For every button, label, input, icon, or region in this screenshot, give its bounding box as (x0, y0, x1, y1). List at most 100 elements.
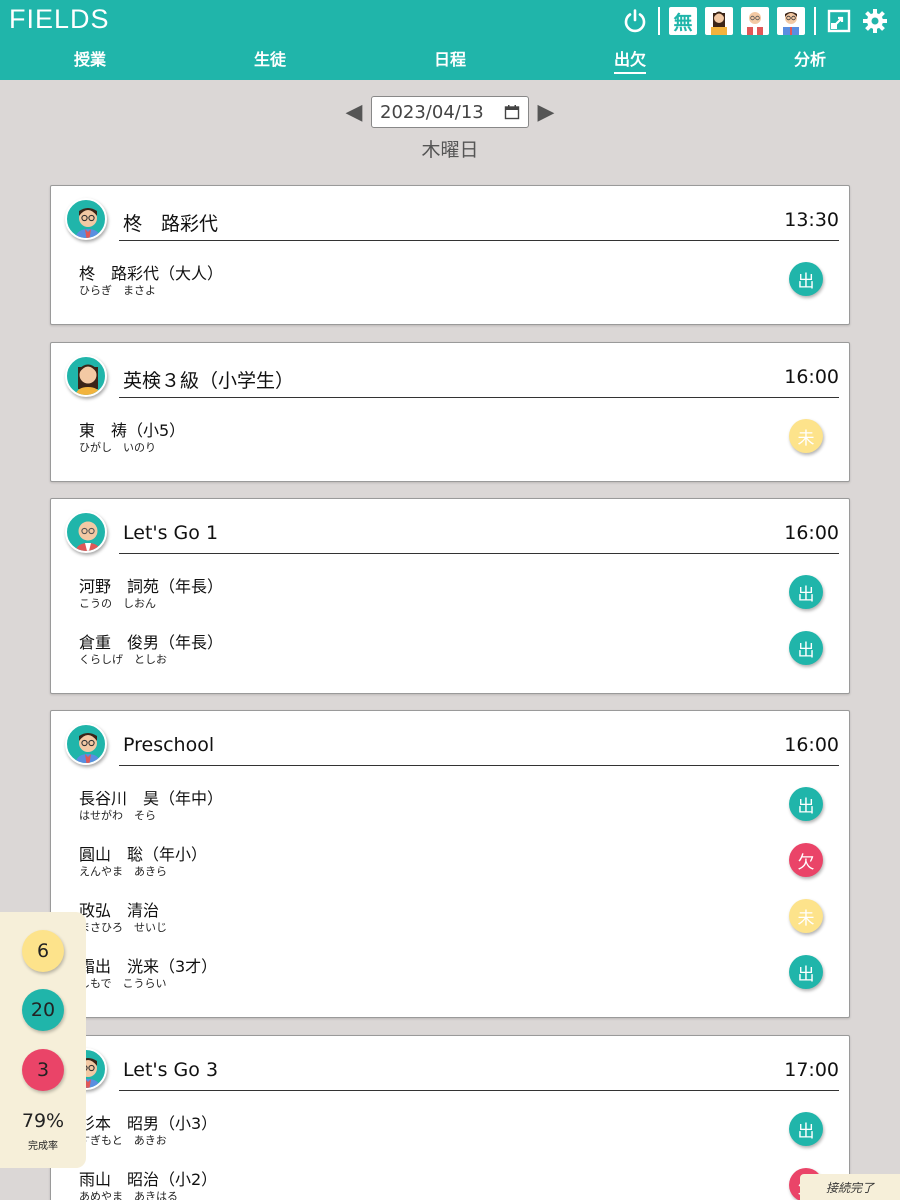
class-time: 16:00 (784, 734, 839, 756)
attendance-status-button[interactable]: 出 (789, 262, 823, 296)
class-time: 16:00 (784, 522, 839, 544)
class-card-header[interactable]: Let's Go 3 17:00 (65, 1048, 839, 1092)
class-card: 英検３級（小学生） 16:00 東 祷（小5） ひがし いのり 未 (50, 342, 850, 482)
student-kana: すぎもと あきお (79, 1134, 167, 1147)
present-count[interactable]: 20 (22, 989, 64, 1031)
class-card-header[interactable]: Let's Go 1 16:00 (65, 511, 839, 555)
header-divider (119, 765, 839, 766)
student-row: 杉本 昭男（小3） すぎもと あきお 出 (79, 1110, 823, 1160)
resize-icon[interactable] (824, 6, 854, 36)
app-header: FIELDS 無 授業 生徒 日程 出欠 分析 (0, 0, 900, 80)
student-name: 圓山 聡（年小） (79, 845, 208, 864)
attendance-status-button[interactable]: 出 (789, 787, 823, 821)
student-row: 東 祷（小5） ひがし いのり 未 (79, 417, 823, 467)
next-day-button[interactable]: ▶ (529, 100, 563, 125)
attendance-status-button[interactable]: 出 (789, 1112, 823, 1146)
student-name: 河野 詞苑（年長） (79, 577, 224, 596)
class-title: 英検３級（小学生） (123, 370, 295, 392)
student-kana: あめやま あきはる (79, 1190, 178, 1200)
class-card-header[interactable]: Preschool 16:00 (65, 723, 839, 767)
student-name: 東 祷（小5） (79, 421, 186, 440)
absent-count[interactable]: 3 (22, 1049, 64, 1091)
student-row: 柊 路彩代（大人） ひらぎ まさよ 出 (79, 260, 823, 310)
class-title: 柊 路彩代 (123, 213, 219, 235)
attendance-status-button[interactable]: 未 (789, 419, 823, 453)
tab-attendance[interactable]: 出欠 (540, 46, 720, 76)
date-input[interactable]: 2023/04/13 (371, 96, 529, 128)
attendance-status-button[interactable]: 出 (789, 575, 823, 609)
student-kana: ひがし いのり (79, 441, 156, 454)
teacher-avatar (65, 723, 107, 765)
prev-day-button[interactable]: ◀ (337, 100, 371, 125)
class-time: 17:00 (784, 1059, 839, 1081)
class-time: 13:30 (784, 209, 839, 231)
teacher-avatar (65, 355, 107, 397)
student-row: 霜出 洸来（3才） しもで こうらい 出 (79, 953, 823, 1003)
mu-button[interactable]: 無 (668, 6, 698, 36)
attendance-status-button[interactable]: 出 (789, 631, 823, 665)
class-card: Preschool 16:00 長谷川 昊（年中） はせがわ そら出圓山 聡（年小）え… (50, 710, 850, 1018)
date-selector: ◀ 2023/04/13 ▶ (0, 96, 900, 128)
completion-rate-label: 完成率 (28, 1141, 58, 1152)
power-icon[interactable] (620, 6, 650, 36)
student-name: 政弘 清治 (79, 901, 160, 920)
teacher-avatar (65, 198, 107, 240)
class-card-header[interactable]: 柊 路彩代 13:30 (65, 198, 839, 242)
teacher-male-avatar[interactable] (776, 6, 806, 36)
student-kana: はせがわ そら (79, 809, 156, 822)
class-time: 16:00 (784, 366, 839, 388)
student-kana: しもで こうらい (79, 977, 167, 990)
student-name: 杉本 昭男（小3） (79, 1114, 218, 1133)
teacher-avatar (65, 511, 107, 553)
pending-count[interactable]: 6 (22, 930, 64, 972)
student-row: 政弘 清治 まさひろ せいじ 未 (79, 897, 823, 947)
teacher-female-avatar[interactable] (704, 6, 734, 36)
student-kana: ひらぎ まさよ (79, 284, 156, 297)
attendance-status-button[interactable]: 出 (789, 955, 823, 989)
student-name: 長谷川 昊（年中） (79, 789, 224, 808)
tab-students[interactable]: 生徒 (180, 46, 360, 76)
class-title: Let's Go 1 (123, 522, 219, 544)
nav-tabs: 授業 生徒 日程 出欠 分析 (0, 46, 900, 76)
date-value: 2023/04/13 (380, 101, 484, 123)
header-divider (119, 1090, 839, 1091)
mu-label: 無 (669, 7, 697, 35)
student-name: 霜出 洸来（3才） (79, 957, 218, 976)
student-name: 倉重 俊男（年長） (79, 633, 224, 652)
weekday-label: 木曜日 (421, 139, 479, 161)
student-name: 雨山 昭治（小2） (79, 1170, 218, 1189)
class-card: Let's Go 3 17:00 杉本 昭男（小3） すぎもと あきお 出雨山 昭治（小… (50, 1035, 850, 1200)
tab-schedule[interactable]: 日程 (360, 46, 540, 76)
header-divider (814, 7, 816, 35)
header-divider (119, 397, 839, 398)
attendance-status-button[interactable]: 欠 (789, 843, 823, 877)
attendance-status-button[interactable]: 未 (789, 899, 823, 933)
class-card: Let's Go 1 16:00 河野 詞苑（年長） こうの しおん出倉重 俊男（年長… (50, 498, 850, 694)
class-title: Let's Go 3 (123, 1059, 219, 1081)
calendar-icon (504, 105, 520, 120)
class-title: Preschool (123, 734, 215, 756)
student-name: 柊 路彩代（大人） (79, 264, 224, 283)
tab-analysis[interactable]: 分析 (720, 46, 900, 76)
student-row: 長谷川 昊（年中） はせがわ そら 出 (79, 785, 823, 835)
app-logo: FIELDS (9, 4, 110, 34)
header-divider (658, 7, 660, 35)
connection-status: 接続完了 (800, 1174, 900, 1200)
student-kana: くらしげ としお (79, 653, 167, 666)
student-kana: こうの しおん (79, 597, 156, 610)
student-row: 倉重 俊男（年長） くらしげ としお 出 (79, 629, 823, 679)
attendance-summary: 6 20 3 79% 完成率 (0, 912, 86, 1168)
tab-lessons[interactable]: 授業 (0, 46, 180, 76)
student-kana: まさひろ せいじ (79, 921, 167, 934)
teacher-elder-avatar[interactable] (740, 6, 770, 36)
student-row: 雨山 昭治（小2）あめやま あきはる欠 (79, 1166, 823, 1200)
student-row: 河野 詞苑（年長） こうの しおん 出 (79, 573, 823, 623)
gear-icon[interactable] (860, 6, 890, 36)
header-divider (119, 553, 839, 554)
class-card-header[interactable]: 英検３級（小学生） 16:00 (65, 355, 839, 399)
student-row: 圓山 聡（年小） えんやま あきら 欠 (79, 841, 823, 891)
completion-rate: 79% (21, 1110, 65, 1132)
class-card: 柊 路彩代 13:30 柊 路彩代（大人） ひらぎ まさよ 出 (50, 185, 850, 325)
student-kana: えんやま あきら (79, 865, 167, 878)
header-divider (119, 240, 839, 241)
